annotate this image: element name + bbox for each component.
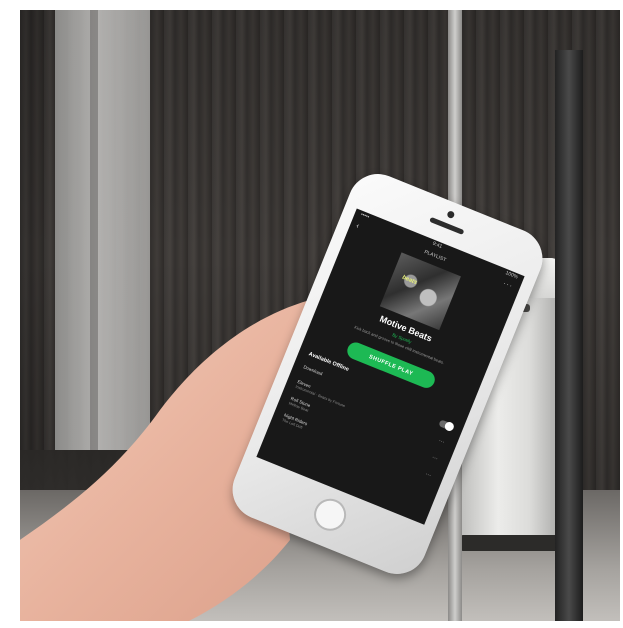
glass-door-frame	[555, 50, 583, 621]
row-title: Download	[302, 364, 324, 377]
home-button[interactable]	[309, 493, 351, 536]
carrier-signal: •••••	[359, 211, 371, 221]
download-toggle[interactable]	[438, 419, 454, 432]
front-camera	[446, 210, 456, 220]
clock: 9:41	[431, 240, 443, 250]
earpiece-speaker	[429, 216, 465, 235]
trash-bin-base	[460, 535, 558, 551]
photo: ••••• 9:41 100% PLAYLIST ‹ ··· beats Mot…	[20, 10, 620, 621]
cover-text: beats	[401, 274, 418, 287]
